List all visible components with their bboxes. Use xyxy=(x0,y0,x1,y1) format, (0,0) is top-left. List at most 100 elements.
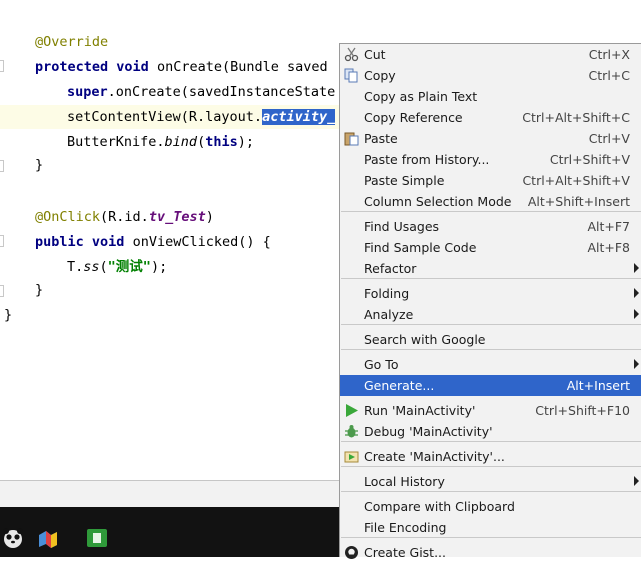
menu-item-shortcut: Alt+Shift+Insert xyxy=(527,194,630,209)
menu-item-label: Local History xyxy=(364,474,445,489)
menu-item-create-mainactivity[interactable]: Create 'MainActivity'... xyxy=(340,446,641,467)
menu-item-generate[interactable]: Generate... Alt+Insert xyxy=(340,375,641,396)
code-line: } xyxy=(35,278,43,303)
menu-item-label: Copy as Plain Text xyxy=(364,89,478,104)
menu-item-cut[interactable]: Cut Ctrl+X xyxy=(340,44,641,65)
run-config-icon xyxy=(344,449,359,464)
scissors-icon xyxy=(344,47,359,62)
fold-marker[interactable] xyxy=(0,285,4,297)
fold-marker[interactable] xyxy=(0,160,4,172)
menu-item-label: Column Selection Mode xyxy=(364,194,512,209)
code-line: ButterKnife.bind(this); xyxy=(67,130,254,155)
code-token: bind xyxy=(164,134,198,150)
submenu-arrow-icon xyxy=(634,288,639,298)
run-icon xyxy=(344,403,359,418)
code-token: super xyxy=(67,84,108,100)
code-line: @Override xyxy=(35,30,108,55)
menu-item-local-history[interactable]: Local History xyxy=(340,471,641,492)
code-line: } xyxy=(35,153,43,178)
code-line: @OnClick(R.id.tv_Test) xyxy=(35,205,214,230)
code-token: ( xyxy=(99,259,108,275)
menu-item-label: Create 'MainActivity'... xyxy=(364,449,505,464)
menu-item-label: Folding xyxy=(364,286,410,301)
code-token: ButterKnife. xyxy=(67,134,165,150)
menu-item-shortcut: Ctrl+Shift+F10 xyxy=(535,403,630,418)
menu-item-folding[interactable]: Folding xyxy=(340,283,641,304)
menu-item-copy-reference[interactable]: Copy Reference Ctrl+Alt+Shift+C xyxy=(340,107,641,128)
code-token: onViewClicked() { xyxy=(124,234,271,250)
github-icon xyxy=(344,545,359,560)
submenu-arrow-icon xyxy=(634,359,639,369)
code-token: public xyxy=(35,234,84,250)
menu-item-label: Find Sample Code xyxy=(364,240,477,255)
menu-item-shortcut: Ctrl+X xyxy=(588,47,630,62)
map-app-icon[interactable] xyxy=(37,527,59,549)
menu-item-label: File Encoding xyxy=(364,520,447,535)
menu-item-shortcut: Ctrl+V xyxy=(588,131,630,146)
menu-item-label: Copy xyxy=(364,68,396,83)
menu-item-refactor[interactable]: Refactor xyxy=(340,258,641,279)
code-token: "测试" xyxy=(107,259,151,275)
menu-item-create-gist[interactable]: Create Gist... xyxy=(340,542,641,563)
code-line: public void onViewClicked() { xyxy=(35,230,271,255)
menu-item-label: Run 'MainActivity' xyxy=(364,403,476,418)
menu-item-find-sample-code[interactable]: Find Sample Code Alt+F8 xyxy=(340,237,641,258)
code-token: ); xyxy=(237,134,254,150)
menu-item-label: Go To xyxy=(364,357,399,372)
code-line: setContentView(R.layout.activity_ xyxy=(67,105,336,130)
fold-marker[interactable] xyxy=(0,60,4,72)
code-token: void xyxy=(116,59,149,75)
code-token: ( xyxy=(197,134,206,150)
code-token: @Override xyxy=(35,34,109,50)
menu-item-file-encoding[interactable]: File Encoding xyxy=(340,517,641,538)
code-token: @OnClick xyxy=(35,209,101,225)
menu-item-label: Debug 'MainActivity' xyxy=(364,424,493,439)
menu-item-copy[interactable]: Copy Ctrl+C xyxy=(340,65,641,86)
menu-item-column-selection-mode[interactable]: Column Selection Mode Alt+Shift+Insert xyxy=(340,191,641,212)
menu-item-shortcut: Alt+F8 xyxy=(587,240,630,255)
code-token: .onCreate(savedInstanceState xyxy=(107,84,336,100)
code-token: ) xyxy=(205,209,214,225)
submenu-arrow-icon xyxy=(634,476,639,486)
editor-context-menu: Cut Ctrl+X Copy Ctrl+C Copy as Plain Text Cop… xyxy=(339,43,641,560)
panda-app-icon[interactable] xyxy=(2,527,24,549)
menu-item-label: Compare with Clipboard xyxy=(364,499,515,514)
code-token: } xyxy=(35,157,44,173)
code-token: tv_Test xyxy=(148,209,206,225)
paste-icon xyxy=(344,131,359,146)
code-token: this xyxy=(205,134,238,150)
menu-item-copy-as-plain-text[interactable]: Copy as Plain Text xyxy=(340,86,641,107)
code-line: super.onCreate(savedInstanceState xyxy=(67,80,335,105)
selected-text: activity_ xyxy=(262,109,336,125)
menu-item-compare-with-clipboard[interactable]: Compare with Clipboard xyxy=(340,496,641,517)
fold-marker[interactable] xyxy=(0,235,4,247)
green-app-icon[interactable] xyxy=(86,527,108,549)
menu-item-shortcut: Ctrl+Alt+Shift+V xyxy=(522,173,630,188)
menu-item-paste[interactable]: Paste Ctrl+V xyxy=(340,128,641,149)
menu-item-debug-mainactivity[interactable]: Debug 'MainActivity' xyxy=(340,421,641,442)
menu-item-label: Paste from History... xyxy=(364,152,490,167)
code-token: } xyxy=(4,307,13,323)
menu-item-shortcut: Alt+Insert xyxy=(566,378,630,393)
code-token: ss xyxy=(83,259,100,275)
menu-item-label: Paste xyxy=(364,131,398,146)
code-line: protected void onCreate(Bundle saved xyxy=(35,55,328,80)
code-line: T.ss("测试"); xyxy=(67,255,167,280)
menu-item-find-usages[interactable]: Find Usages Alt+F7 xyxy=(340,216,641,237)
code-token: void xyxy=(91,234,125,250)
code-token: T. xyxy=(67,259,84,275)
menu-item-shortcut: Ctrl+Alt+Shift+C xyxy=(522,110,630,125)
submenu-arrow-icon xyxy=(634,263,639,273)
debug-icon xyxy=(344,424,359,439)
menu-item-go-to[interactable]: Go To xyxy=(340,354,641,375)
menu-item-label: Generate... xyxy=(364,378,435,393)
menu-item-search-with-google[interactable]: Search with Google xyxy=(340,329,641,350)
menu-item-paste-from-history[interactable]: Paste from History... Ctrl+Shift+V xyxy=(340,149,641,170)
menu-item-label: Search with Google xyxy=(364,332,486,347)
menu-item-analyze[interactable]: Analyze xyxy=(340,304,641,325)
menu-item-run-mainactivity[interactable]: Run 'MainActivity' Ctrl+Shift+F10 xyxy=(340,400,641,421)
menu-item-label: Analyze xyxy=(364,307,414,322)
menu-item-paste-simple[interactable]: Paste Simple Ctrl+Alt+Shift+V xyxy=(340,170,641,191)
menu-item-label: Find Usages xyxy=(364,219,440,234)
